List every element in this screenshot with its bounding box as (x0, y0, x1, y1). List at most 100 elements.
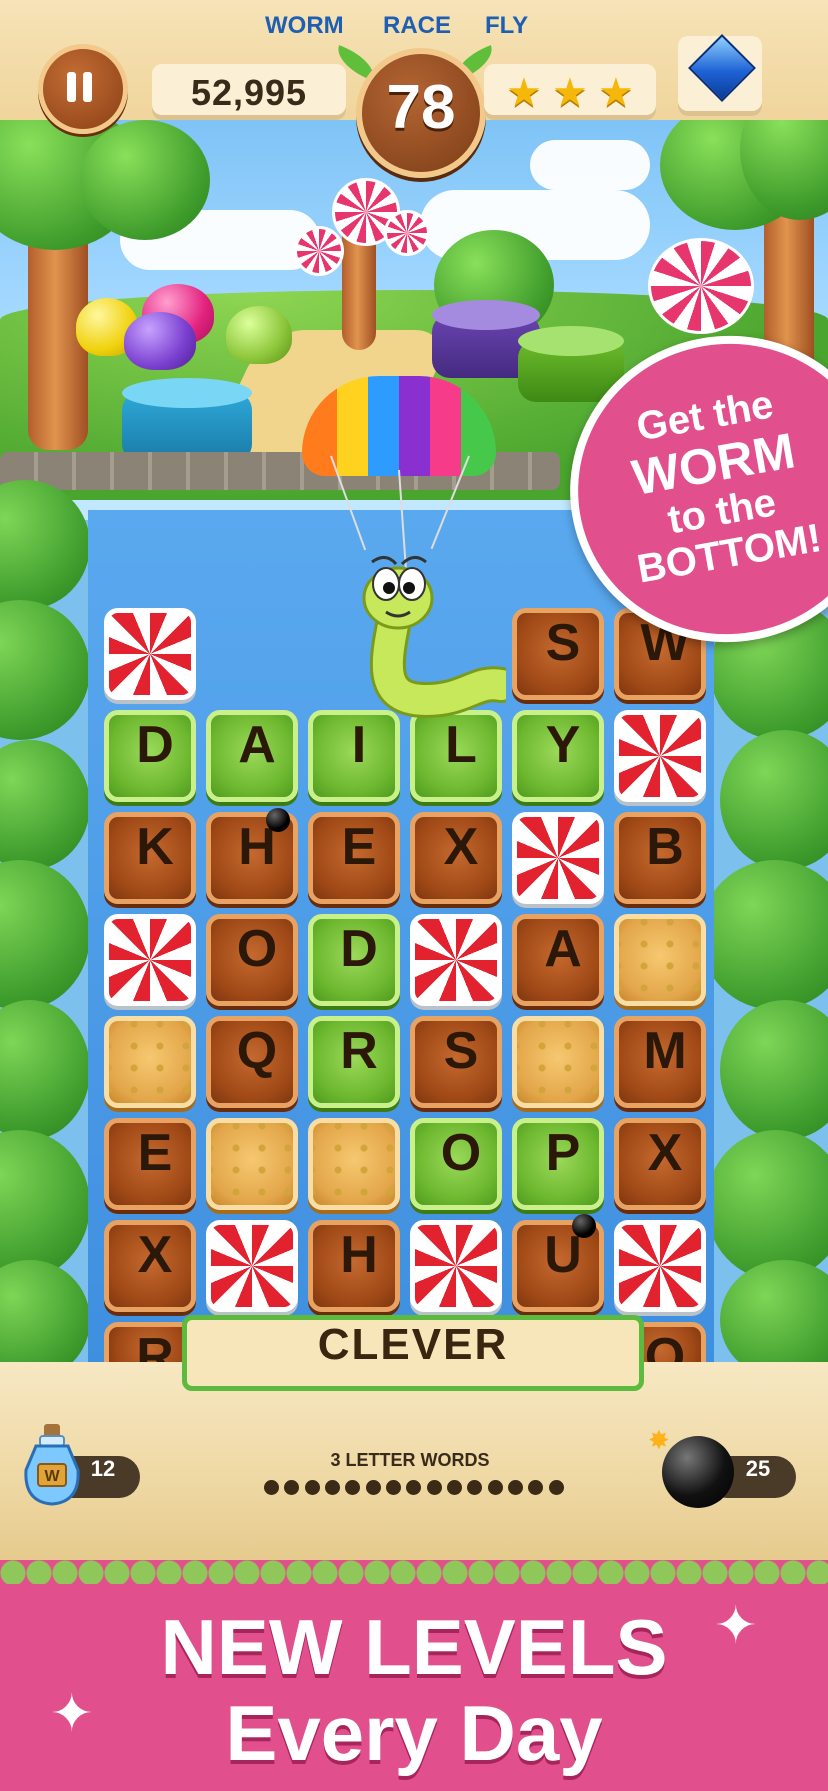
tile-letter: A (238, 716, 276, 774)
peppermint-candy-tile[interactable] (104, 914, 196, 1006)
tile-letter: P (545, 1124, 581, 1182)
goal-label: 3 LETTER WORDS (330, 1450, 490, 1470)
peppermint-candy-tile[interactable] (104, 608, 196, 700)
peppermint-candy-tile[interactable] (614, 1220, 706, 1312)
tab-worm[interactable]: WORM (265, 12, 344, 40)
letter-tile[interactable]: D (308, 914, 400, 1006)
promo-banner: NEW LEVELS Every Day ✦ ✦ (0, 1584, 828, 1791)
svg-text:W: W (44, 1468, 60, 1485)
tile-letter: E (341, 818, 377, 876)
scallop-divider (0, 1560, 828, 1586)
tile-letter: U (544, 1226, 582, 1284)
tile-letter: A (544, 920, 582, 978)
letter-tile[interactable]: E (308, 812, 400, 904)
peppermint-candy-tile[interactable] (410, 914, 502, 1006)
tile-letter: D (340, 920, 378, 978)
letter-tile[interactable]: Y (512, 710, 604, 802)
progress-dot (345, 1480, 361, 1495)
tile-letter: R (340, 1022, 378, 1080)
peppermint-candy-tile[interactable] (512, 812, 604, 904)
cookie-tile[interactable] (308, 1118, 400, 1210)
letter-tile[interactable]: X (104, 1220, 196, 1312)
star-icon: ★ (506, 70, 542, 116)
gem-icon (688, 34, 756, 102)
tile-letter: L (445, 716, 477, 774)
bomb-marker-icon (572, 1214, 596, 1238)
bomb-powerup-icon[interactable] (662, 1436, 734, 1508)
pause-icon (67, 72, 76, 102)
progress-dot (548, 1480, 564, 1495)
letter-tile[interactable]: O (206, 914, 298, 1006)
tile-letter: O (440, 1124, 482, 1182)
goal-progress-dots (264, 1480, 564, 1498)
letter-tile[interactable]: S (512, 608, 604, 700)
cookie-tile[interactable] (614, 914, 706, 1006)
tab-fly[interactable]: FLY (485, 12, 528, 40)
bomb-marker-icon (266, 808, 290, 832)
progress-dot (304, 1480, 320, 1495)
progress-dot (264, 1480, 279, 1495)
game-screen: SWDAILYKHEXBODAQRSMEOPXXHURO WORM RACE F… (0, 0, 828, 1791)
star-icon: ★ (552, 70, 588, 116)
letter-tile[interactable]: H (308, 1220, 400, 1312)
letter-tile[interactable]: X (410, 812, 502, 904)
letter-tile[interactable]: O (410, 1118, 502, 1210)
tile-letter: Q (236, 1022, 278, 1080)
letter-tile[interactable]: K (104, 812, 196, 904)
tile-letter: H (238, 818, 276, 876)
star-icon: ★ (598, 70, 634, 116)
banner-line-2: Every Day (225, 1689, 603, 1777)
current-word-bar[interactable]: CLEVER (182, 1315, 644, 1391)
progress-dot (386, 1480, 402, 1495)
letter-tile[interactable]: D (104, 710, 196, 802)
progress-dot (447, 1480, 463, 1495)
cookie-tile[interactable] (512, 1016, 604, 1108)
letter-tile[interactable]: Q (206, 1016, 298, 1108)
letter-tile[interactable]: M (614, 1016, 706, 1108)
worm-character-icon (362, 556, 506, 719)
progress-dot (508, 1480, 524, 1495)
top-bar: WORM RACE FLY 52,995 78 ★ ★ ★ (0, 0, 828, 178)
letter-tile[interactable]: I (308, 710, 400, 802)
progress-dot (528, 1480, 544, 1495)
fuse-spark-icon: ✸ (648, 1426, 670, 1456)
cookie-tile[interactable] (104, 1016, 196, 1108)
tile-letter: X (137, 1226, 173, 1284)
stars-panel: ★ ★ ★ (484, 64, 656, 120)
moves-counter: 78 (356, 48, 486, 178)
letter-tile[interactable]: R (308, 1016, 400, 1108)
tile-letter: S (545, 614, 581, 672)
sparkle-icon: ✦ (714, 1596, 758, 1656)
tile-letter: S (443, 1022, 479, 1080)
progress-dot (325, 1480, 341, 1495)
letter-tile[interactable]: L (410, 710, 502, 802)
letter-tile[interactable]: P (512, 1118, 604, 1210)
score-value: 52,995 (190, 72, 308, 113)
tile-letter: H (340, 1226, 378, 1284)
gem-shop-button[interactable] (678, 34, 762, 116)
letter-tile[interactable]: S (410, 1016, 502, 1108)
peppermint-candy-tile[interactable] (206, 1220, 298, 1312)
pause-button[interactable] (38, 44, 128, 134)
banner-line-1: NEW LEVELS (160, 1603, 668, 1691)
tile-letter: K (136, 818, 174, 876)
letter-tile[interactable]: A (206, 710, 298, 802)
moves-value: 78 (386, 73, 456, 142)
tile-letter: X (647, 1124, 683, 1182)
letter-tile[interactable]: E (104, 1118, 196, 1210)
letter-tile[interactable]: B (614, 812, 706, 904)
progress-dot (284, 1480, 300, 1495)
peppermint-candy-tile[interactable] (410, 1220, 502, 1312)
letter-tile[interactable]: X (614, 1118, 706, 1210)
peppermint-candy-tile[interactable] (614, 710, 706, 802)
cookie-tile[interactable] (206, 1118, 298, 1210)
sparkle-icon: ✦ (50, 1684, 94, 1744)
potion-bottle-icon[interactable]: W (22, 1424, 82, 1506)
tile-letter: Y (545, 716, 581, 774)
tile-letter: E (137, 1124, 173, 1182)
score-panel: 52,995 (152, 64, 346, 120)
tab-race[interactable]: RACE (383, 12, 451, 40)
progress-dot (467, 1480, 483, 1495)
letter-tile[interactable]: A (512, 914, 604, 1006)
tile-letter: X (443, 818, 479, 876)
